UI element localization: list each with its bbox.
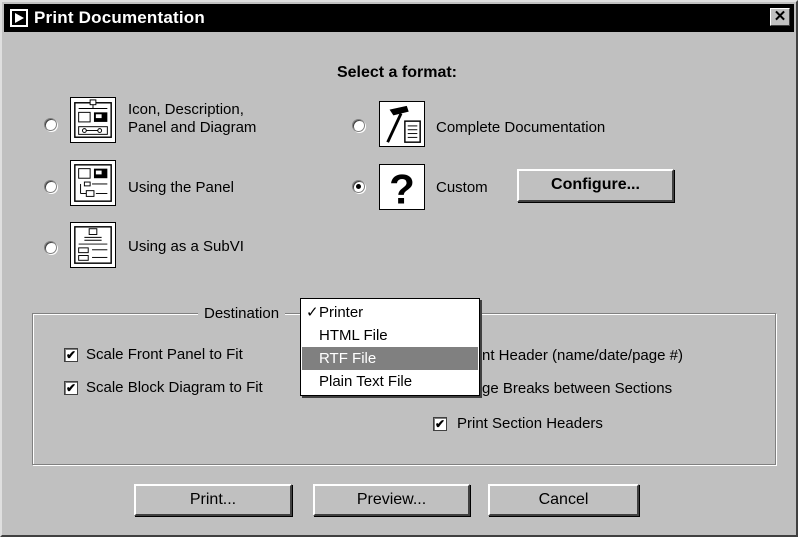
- hammer-document-icon: [379, 101, 425, 147]
- custom-question-glyph: ?: [389, 165, 415, 210]
- configure-button[interactable]: Configure...: [517, 169, 674, 202]
- destination-label: Destination: [198, 305, 286, 322]
- label-page-breaks[interactable]: ge Breaks between Sections: [482, 380, 672, 398]
- icon-description-icon: [70, 97, 116, 143]
- print-button[interactable]: Print...: [134, 484, 292, 516]
- panel-icon: [70, 160, 116, 206]
- option-label-using-as-subvi: Using as a SubVI: [128, 238, 244, 255]
- checkbox-scale-front-panel[interactable]: ✔: [64, 348, 78, 362]
- checkmark-icon: ✓: [306, 304, 319, 321]
- checkbox-scale-block-diagram[interactable]: ✔: [64, 381, 78, 395]
- preview-button[interactable]: Preview...: [313, 484, 470, 516]
- menu-item-label: HTML File: [319, 327, 388, 344]
- print-documentation-dialog: Print Documentation ✕ Select a format: I…: [0, 0, 798, 537]
- option-label-custom: Custom: [436, 179, 488, 196]
- label-scale-front-panel: Scale Front Panel to Fit: [86, 346, 243, 363]
- menu-item-label: RTF File: [319, 350, 377, 367]
- labview-app-icon: [10, 9, 28, 27]
- menu-item-html-file[interactable]: HTML File: [302, 324, 478, 347]
- menu-item-plain-text-file[interactable]: Plain Text File: [302, 370, 478, 393]
- option-label-icon-description-line1: Icon, Description,: [128, 101, 244, 118]
- radio-icon-description-panel-diagram[interactable]: [44, 118, 57, 131]
- option-label-using-the-panel: Using the Panel: [128, 179, 234, 196]
- close-button[interactable]: ✕: [770, 8, 790, 26]
- radio-using-the-panel[interactable]: [44, 180, 57, 193]
- option-label-complete-documentation: Complete Documentation: [436, 119, 606, 136]
- radio-using-as-subvi[interactable]: [44, 241, 57, 254]
- menu-item-rtf-file[interactable]: RTF File: [302, 347, 478, 370]
- menu-item-label: Printer: [319, 304, 364, 321]
- radio-complete-documentation[interactable]: [352, 119, 365, 132]
- question-mark-icon: ?: [379, 164, 425, 210]
- format-heading: Select a format:: [336, 64, 458, 81]
- label-scale-block-diagram: Scale Block Diagram to Fit: [86, 379, 263, 396]
- window-title: Print Documentation: [34, 8, 205, 27]
- menu-item-printer[interactable]: ✓ Printer: [302, 301, 478, 324]
- title-bar[interactable]: Print Documentation ✕: [4, 4, 794, 32]
- subvi-icon: [70, 222, 116, 268]
- label-print-header[interactable]: nt Header (name/date/page #): [482, 347, 683, 365]
- radio-custom[interactable]: [352, 180, 365, 193]
- label-print-section-headers: Print Section Headers: [457, 415, 603, 432]
- option-label-icon-description-line2: Panel and Diagram: [128, 119, 257, 136]
- checkbox-print-section-headers[interactable]: ✔: [433, 417, 447, 431]
- menu-item-label: Plain Text File: [319, 373, 413, 390]
- cancel-button[interactable]: Cancel: [488, 484, 639, 516]
- destination-dropdown-menu[interactable]: ✓ Printer HTML File RTF File Plain Text …: [300, 298, 480, 396]
